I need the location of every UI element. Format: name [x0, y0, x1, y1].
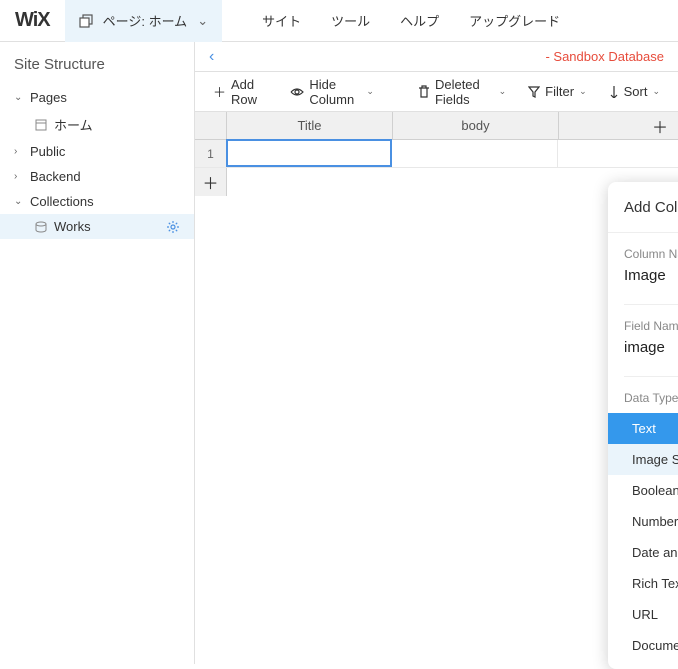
add-row-inline: ＋ [195, 168, 678, 196]
sort-button[interactable]: Sort ⌄ [609, 84, 660, 99]
page-selector[interactable]: ページ: ホーム ⌄ [65, 0, 222, 42]
column-header-title[interactable]: Title [227, 112, 393, 139]
tree-page-home[interactable]: ホーム [0, 110, 194, 139]
add-column-button[interactable]: ＋ [559, 112, 678, 139]
top-menu: サイト ツール ヘルプ アップグレード [262, 11, 560, 30]
hide-column-button[interactable]: Hide Column ⌄ [290, 77, 374, 107]
popup-title: Add Column [624, 199, 678, 216]
menu-upgrade[interactable]: アップグレード [469, 11, 560, 30]
site-tree: ⌄ Pages ホーム › Public › Backend ⌄ Collections… [0, 85, 194, 239]
tb-label: Add Row [231, 77, 268, 107]
tree-backend[interactable]: › Backend [0, 164, 194, 189]
top-bar: WiX ページ: ホーム ⌄ サイト ツール ヘルプ アップグレード [0, 0, 678, 42]
field-name-label: Field Name [624, 319, 678, 333]
chevron-down-icon: ⌄ [366, 86, 374, 97]
table-row: 1 [195, 140, 678, 168]
tree-pages[interactable]: ⌄ Pages [0, 85, 194, 110]
chevron-down-icon: ⌄ [197, 13, 208, 29]
tree-collections[interactable]: ⌄ Collections [0, 189, 194, 214]
tree-label: ホーム [54, 115, 93, 134]
tb-label: Sort [624, 84, 648, 99]
tree-public[interactable]: › Public [0, 139, 194, 164]
add-column-popup: Add Column ✕ Column Name Image Field Nam… [608, 182, 678, 669]
data-type-option-image-source[interactable]: Image Source [608, 444, 678, 475]
menu-tools[interactable]: ツール [331, 11, 370, 30]
chevron-down-icon: ⌄ [652, 86, 660, 97]
caret-down-icon: ⌄ [14, 196, 24, 207]
tree-label: Collections [30, 194, 94, 209]
plus-icon: ＋ [213, 82, 226, 101]
cell-body[interactable] [392, 140, 558, 167]
eye-icon [290, 87, 304, 97]
row-number-header [195, 112, 227, 139]
chevron-down-icon: ⌄ [579, 86, 587, 97]
filter-icon [528, 86, 540, 98]
data-type-option-boolean[interactable]: Boolean [608, 475, 678, 506]
grid-header: Title body ＋ [195, 112, 678, 140]
sort-icon [609, 86, 619, 98]
tree-label: Backend [30, 169, 81, 184]
data-type-option-number[interactable]: Number [608, 506, 678, 537]
filter-button[interactable]: Filter ⌄ [528, 84, 586, 99]
column-header-body[interactable]: body [393, 112, 559, 139]
data-type-option-document[interactable]: Document [608, 630, 678, 661]
page-selector-label: ページ: ホーム [103, 11, 188, 30]
data-type-option-text[interactable]: Text [608, 413, 678, 444]
data-type-label: Data Type [624, 391, 678, 405]
gear-icon[interactable] [166, 220, 180, 234]
data-type-option-url[interactable]: URL [608, 599, 678, 630]
add-row-plus[interactable]: ＋ [195, 168, 227, 196]
add-row-button[interactable]: ＋ Add Row [213, 77, 268, 107]
copy-icon [79, 14, 93, 28]
row-number: 1 [195, 140, 227, 167]
data-type-option-rich-text[interactable]: Rich Text [608, 568, 678, 599]
tree-collection-works[interactable]: Works [0, 214, 194, 239]
tb-label: Deleted Fields [435, 77, 494, 107]
main-panel: ‹ - Sandbox Database ＋ Add Row Hide Colum… [195, 42, 678, 664]
main-header: ‹ - Sandbox Database [195, 42, 678, 72]
sidebar: Site Structure ⌄ Pages ホーム › Public › Backe… [0, 42, 195, 664]
database-icon [34, 220, 48, 234]
grid-toolbar: ＋ Add Row Hide Column ⌄ Deleted Fields ⌄ Fi… [195, 72, 678, 112]
page-icon [34, 118, 48, 132]
field-name-input[interactable]: image [624, 339, 678, 360]
wix-logo: WiX [0, 9, 65, 32]
sidebar-title: Site Structure [0, 56, 194, 85]
menu-site[interactable]: サイト [262, 11, 301, 30]
caret-down-icon: ⌄ [14, 92, 24, 103]
column-name-input[interactable]: Image [624, 267, 678, 288]
back-button[interactable]: ‹ [209, 48, 214, 66]
deleted-fields-button[interactable]: Deleted Fields ⌄ [418, 77, 506, 107]
sandbox-label: - Sandbox Database [545, 49, 664, 64]
chevron-down-icon: ⌄ [499, 86, 507, 97]
cell-title[interactable] [226, 139, 392, 167]
caret-right-icon: › [14, 171, 24, 182]
caret-right-icon: › [14, 146, 24, 157]
tree-label: Pages [30, 90, 67, 105]
data-type-option-date-time[interactable]: Date and Time [608, 537, 678, 568]
column-name-label: Column Name [624, 247, 678, 261]
tree-label: Works [54, 219, 91, 234]
menu-help[interactable]: ヘルプ [400, 11, 439, 30]
trash-icon [418, 85, 430, 98]
data-type-list: Text Image Source Boolean Number Date an… [608, 413, 678, 661]
tb-label: Hide Column [309, 77, 361, 107]
tb-label: Filter [545, 84, 574, 99]
tree-label: Public [30, 144, 65, 159]
